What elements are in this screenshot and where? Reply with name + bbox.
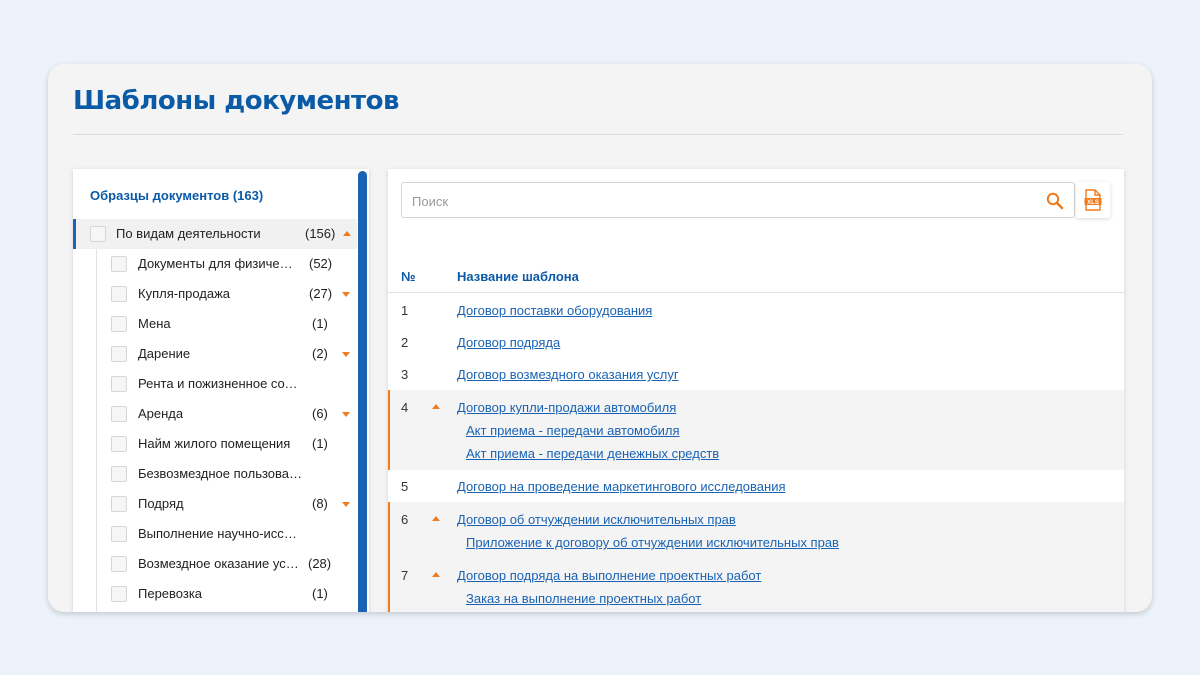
checkbox[interactable] — [111, 586, 127, 602]
xls-label: XLS — [1087, 200, 1099, 206]
row-number: 3 — [401, 367, 409, 382]
collapse-arrow-icon[interactable] — [432, 404, 440, 409]
table-row: 3 Договор возмездного оказания услуг — [388, 358, 1124, 390]
collapse-arrow-icon[interactable] — [343, 231, 351, 236]
template-link[interactable]: Договор купли-продажи автомобиля — [457, 400, 676, 415]
xls-export-button[interactable]: XLS — [1076, 182, 1110, 218]
sidebar-item[interactable]: Дарение (2) — [73, 339, 357, 369]
sidebar-item-count: (1) — [312, 316, 328, 331]
sidebar-item-label: Безвозмездное пользование — [138, 466, 303, 481]
expand-arrow-icon[interactable] — [342, 352, 350, 357]
sidebar-item-activity-types[interactable]: По видам деятельности (156) — [73, 219, 357, 249]
search-box — [401, 182, 1075, 218]
table-row-expanded: 6 Договор об отчуждении исключительных п… — [388, 502, 1124, 558]
attachment-link[interactable]: Акт приема - передачи автомобиля — [466, 423, 680, 438]
checkbox[interactable] — [90, 226, 106, 242]
sidebar-item-label: Аренда — [138, 406, 184, 421]
collapse-arrow-icon[interactable] — [432, 516, 440, 521]
page-title: Шаблоны документов — [73, 86, 399, 116]
sidebar-item[interactable]: Рента и пожизненное содержание с иждивен… — [73, 369, 357, 399]
row-number: 2 — [401, 335, 409, 350]
row-number: 4 — [401, 400, 409, 415]
checkbox[interactable] — [111, 436, 127, 452]
sidebar-item[interactable]: Возмездное оказание услуг (28) — [73, 549, 357, 579]
checkbox[interactable] — [111, 406, 127, 422]
sidebar-item[interactable]: Документы для физических лиц (52) — [73, 249, 357, 279]
checkbox[interactable] — [111, 346, 127, 362]
checkbox[interactable] — [111, 376, 127, 392]
search-input[interactable] — [412, 191, 1032, 211]
sidebar-item-count: (1) — [312, 586, 328, 601]
xls-icon: XLS — [1084, 189, 1102, 211]
table-row: 5 Договор на проведение маркетингового и… — [388, 470, 1124, 502]
sidebar-item-count: (27) — [309, 286, 333, 301]
sidebar-item-label: Возмездное оказание услуг — [138, 556, 302, 571]
sidebar-heading: Образцы документов (163) — [90, 188, 264, 203]
collapse-arrow-icon[interactable] — [432, 572, 440, 577]
sidebar-item[interactable]: Купля-продажа (27) — [73, 279, 357, 309]
sidebar-item[interactable]: Перевозка (1) — [73, 579, 357, 609]
checkbox[interactable] — [111, 556, 127, 572]
sidebar-item-count: (6) — [312, 406, 328, 421]
sidebar-item[interactable]: Мена (1) — [73, 309, 357, 339]
sidebar-item-label: Дарение — [138, 346, 191, 361]
category-sidebar: Образцы документов (163) По видам деятел… — [73, 169, 369, 612]
sidebar-item[interactable]: Подряд (8) — [73, 489, 357, 519]
table-row: 1 Договор поставки оборудования — [388, 294, 1124, 326]
sidebar-item[interactable]: Выполнение научно-исследовательских рабо… — [73, 519, 357, 549]
attachment-link[interactable]: Заказ на выполнение проектных работ — [466, 591, 701, 606]
checkbox[interactable] — [111, 496, 127, 512]
sidebar-item-count: (1) — [312, 436, 328, 451]
expand-arrow-icon[interactable] — [342, 292, 350, 297]
table-row-expanded: 7 Договор подряда на выполнение проектны… — [388, 558, 1124, 612]
sidebar-item-label: Купля-продажа — [138, 286, 231, 301]
template-link[interactable]: Договор об отчуждении исключительных пра… — [457, 512, 736, 527]
expand-arrow-icon[interactable] — [342, 502, 350, 507]
attachment-link[interactable]: Приложение к договору об отчуждении искл… — [466, 535, 839, 550]
row-number: 6 — [401, 512, 409, 527]
checkbox[interactable] — [111, 286, 127, 302]
sidebar-item-label: Документы для физических лиц — [138, 256, 298, 271]
document-templates-card: Шаблоны документов Образцы документов (1… — [48, 64, 1152, 612]
template-link[interactable]: Договор подряда — [457, 335, 560, 350]
checkbox[interactable] — [111, 256, 127, 272]
sidebar-item-label: Найм жилого помещения — [138, 436, 291, 451]
sidebar-item-count: (2) — [312, 346, 328, 361]
sidebar-item-label: Мена — [138, 316, 171, 331]
row-number: 7 — [401, 568, 409, 583]
sidebar-item-count: (52) — [309, 256, 333, 271]
sidebar-item-label: Выполнение научно-исследовательских рабо… — [138, 526, 303, 541]
template-link[interactable]: Договор на проведение маркетингового исс… — [457, 479, 786, 494]
row-number: 1 — [401, 303, 409, 318]
template-link[interactable]: Договор поставки оборудования — [457, 303, 652, 318]
table-row-expanded: 4 Договор купли-продажи автомобиля Акт п… — [388, 390, 1124, 470]
table-row: 2 Договор подряда — [388, 326, 1124, 358]
templates-panel: XLS № Название шаблона 1 Договор поставк… — [388, 169, 1124, 612]
column-header-number: № — [401, 269, 416, 284]
table-header: № Название шаблона — [388, 257, 1124, 293]
template-link[interactable]: Договор подряда на выполнение проектных … — [457, 568, 761, 583]
sidebar-item-label: По видам деятельности — [116, 226, 261, 241]
checkbox[interactable] — [111, 466, 127, 482]
attachment-link[interactable]: Акт приема - передачи денежных средств — [466, 446, 719, 461]
sidebar-item-count: (156) — [305, 226, 336, 241]
template-link[interactable]: Договор возмездного оказания услуг — [457, 367, 679, 382]
expand-arrow-icon[interactable] — [342, 412, 350, 417]
title-divider — [73, 134, 1123, 135]
sidebar-item-count: (8) — [312, 496, 328, 511]
row-number: 5 — [401, 479, 409, 494]
sidebar-item[interactable]: Безвозмездное пользование — [73, 459, 357, 489]
sidebar-scrollbar[interactable] — [358, 171, 367, 612]
column-header-name[interactable]: Название шаблона — [457, 269, 579, 284]
sidebar-item-label: Рента и пожизненное содержание с иждивен… — [138, 376, 303, 391]
search-icon[interactable] — [1045, 191, 1065, 211]
sidebar-item[interactable]: Найм жилого помещения (1) — [73, 429, 357, 459]
sidebar-item-label: Подряд — [138, 496, 184, 511]
checkbox[interactable] — [111, 316, 127, 332]
sidebar-item-count: (28) — [308, 556, 332, 571]
sidebar-item-label: Перевозка — [138, 586, 203, 601]
checkbox[interactable] — [111, 526, 127, 542]
sidebar-item[interactable]: Аренда (6) — [73, 399, 357, 429]
